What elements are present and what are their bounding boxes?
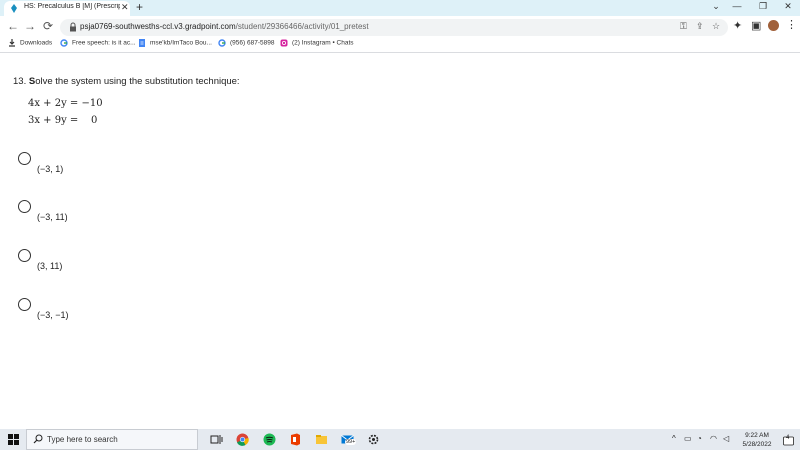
bookmark-mse-kb[interactable]: mse'kb/ImTaco Bou... bbox=[138, 39, 212, 51]
tab-strip: HS: Precalculus B [M] (Prescriptiv ✕ + ⌄… bbox=[0, 0, 800, 16]
lock-icon[interactable] bbox=[68, 22, 78, 32]
notification-center-icon[interactable]: 4 bbox=[783, 434, 794, 446]
clock-date: 5/28/2022 bbox=[742, 441, 772, 448]
answer-option-2[interactable]: (−3, 11) bbox=[18, 200, 218, 230]
address-bar[interactable]: psja0769-southwesths-ccl.v3.gradpoint.co… bbox=[60, 19, 728, 36]
equation-1: 4x + 2y = −10 bbox=[28, 98, 103, 109]
browser-tab[interactable]: HS: Precalculus B [M] (Prescriptiv ✕ bbox=[4, 1, 130, 16]
clock-time: 9:22 AM bbox=[745, 432, 769, 439]
answer-option-4[interactable]: (−3, −1) bbox=[18, 298, 218, 328]
bookmark-label: (2) Instagram • Chats bbox=[292, 39, 354, 47]
equation-2: 3x + 9y = 0 bbox=[28, 115, 98, 126]
answer-option-label[interactable]: (−3, 11) bbox=[37, 212, 68, 222]
url-domain: psja0769-southwesths-ccl.v3.gradpoint.co… bbox=[80, 22, 236, 31]
tab-title: HS: Precalculus B [M] (Prescriptiv bbox=[24, 3, 120, 10]
search-placeholder: Type here to search bbox=[47, 435, 118, 444]
bookmark-label: (956) 687-5898 bbox=[230, 39, 275, 47]
profile-avatar[interactable] bbox=[768, 20, 779, 31]
file-explorer-icon[interactable] bbox=[315, 433, 328, 446]
answer-option-label[interactable]: (−3, 1) bbox=[37, 164, 63, 174]
notification-count: 4 bbox=[786, 435, 790, 441]
wifi-icon[interactable]: ◠ bbox=[710, 434, 717, 443]
answer-option-3[interactable]: (3, 11) bbox=[18, 249, 218, 279]
star-icon[interactable]: ☆ bbox=[712, 21, 720, 32]
settings-icon[interactable] bbox=[367, 433, 380, 446]
network-icon[interactable]: ◔ bbox=[697, 434, 702, 443]
bookmark-instagram[interactable]: (2) Instagram • Chats bbox=[280, 39, 354, 51]
menu-icon[interactable]: ⋮ bbox=[786, 18, 797, 31]
download-icon bbox=[9, 39, 15, 47]
windows-start-icon[interactable] bbox=[8, 434, 19, 445]
radio-button[interactable] bbox=[18, 249, 31, 262]
reading-list-icon[interactable]: ▣ bbox=[751, 19, 761, 32]
show-hidden-icons-icon[interactable]: ^ bbox=[672, 434, 676, 443]
key-icon[interactable]: ⚿ bbox=[680, 21, 687, 32]
google-icon bbox=[60, 39, 68, 47]
tab-close-icon[interactable]: ✕ bbox=[121, 2, 129, 13]
office-icon[interactable] bbox=[289, 433, 302, 446]
battery-icon[interactable]: ▭ bbox=[684, 434, 692, 443]
bookmark-label: mse'kb/ImTaco Bou... bbox=[150, 39, 212, 47]
docs-icon bbox=[139, 39, 145, 47]
question-number: 13. bbox=[13, 76, 29, 87]
forward-button[interactable]: → bbox=[22, 19, 38, 33]
bookmark-free-speech[interactable]: Free speech: is it ac... bbox=[60, 39, 136, 51]
url-text[interactable]: psja0769-southwesths-ccl.v3.gradpoint.co… bbox=[80, 22, 369, 31]
reload-button[interactable]: ⟳ bbox=[40, 19, 56, 33]
question-prompt: 13. Solve the system using the substitut… bbox=[13, 76, 240, 87]
google-icon bbox=[218, 39, 226, 47]
task-view-icon[interactable] bbox=[210, 433, 223, 446]
new-tab-button[interactable]: + bbox=[136, 0, 143, 14]
url-path: /student/29366466/activity/01_pretest bbox=[235, 22, 369, 31]
maximize-button[interactable]: ❐ bbox=[755, 1, 771, 12]
system-clock[interactable]: 9:22 AM 5/28/2022 bbox=[737, 431, 777, 449]
back-button[interactable]: ← bbox=[5, 19, 21, 33]
bookmark-label: Downloads bbox=[20, 39, 53, 47]
volume-icon[interactable]: ◁ bbox=[723, 434, 729, 443]
answer-option-1[interactable]: (−3, 1) bbox=[18, 152, 218, 182]
answer-option-label[interactable]: (3, 11) bbox=[37, 261, 62, 271]
taskbar-search[interactable]: Type here to search bbox=[26, 429, 198, 450]
chrome-icon[interactable] bbox=[236, 433, 249, 446]
instagram-icon bbox=[280, 39, 288, 47]
bookmarks-bar: Downloads Free speech: is it ac... mse'k… bbox=[0, 38, 800, 53]
search-icon bbox=[33, 434, 43, 444]
bookmark-label: Free speech: is it ac... bbox=[72, 39, 136, 47]
radio-button[interactable] bbox=[18, 200, 31, 213]
gradpoint-tab-icon bbox=[11, 4, 17, 13]
question-text: olve the system using the substitution t… bbox=[35, 76, 240, 87]
share-icon[interactable]: ⇪ bbox=[696, 21, 704, 32]
taskbar: Type here to search 99+ ^ ▭ ◔ ◠ ◁ 9:22 A… bbox=[0, 429, 800, 450]
radio-button[interactable] bbox=[18, 152, 31, 165]
spotify-icon[interactable] bbox=[263, 433, 276, 446]
mail-badge: 99+ bbox=[345, 439, 357, 445]
browser-toolbar: ← → ⟳ psja0769-southwesths-ccl.v3.gradpo… bbox=[0, 16, 800, 38]
bookmark-phone[interactable]: (956) 687-5898 bbox=[218, 39, 274, 51]
answer-option-label[interactable]: (−3, −1) bbox=[37, 310, 69, 320]
bookmark-downloads[interactable]: Downloads bbox=[8, 39, 52, 51]
extensions-icon[interactable]: ✦ bbox=[733, 19, 742, 32]
tab-search-icon[interactable]: ⌄ bbox=[708, 1, 724, 12]
close-window-button[interactable]: ✕ bbox=[780, 1, 796, 12]
minimize-button[interactable]: — bbox=[729, 1, 745, 11]
radio-button[interactable] bbox=[18, 298, 31, 311]
